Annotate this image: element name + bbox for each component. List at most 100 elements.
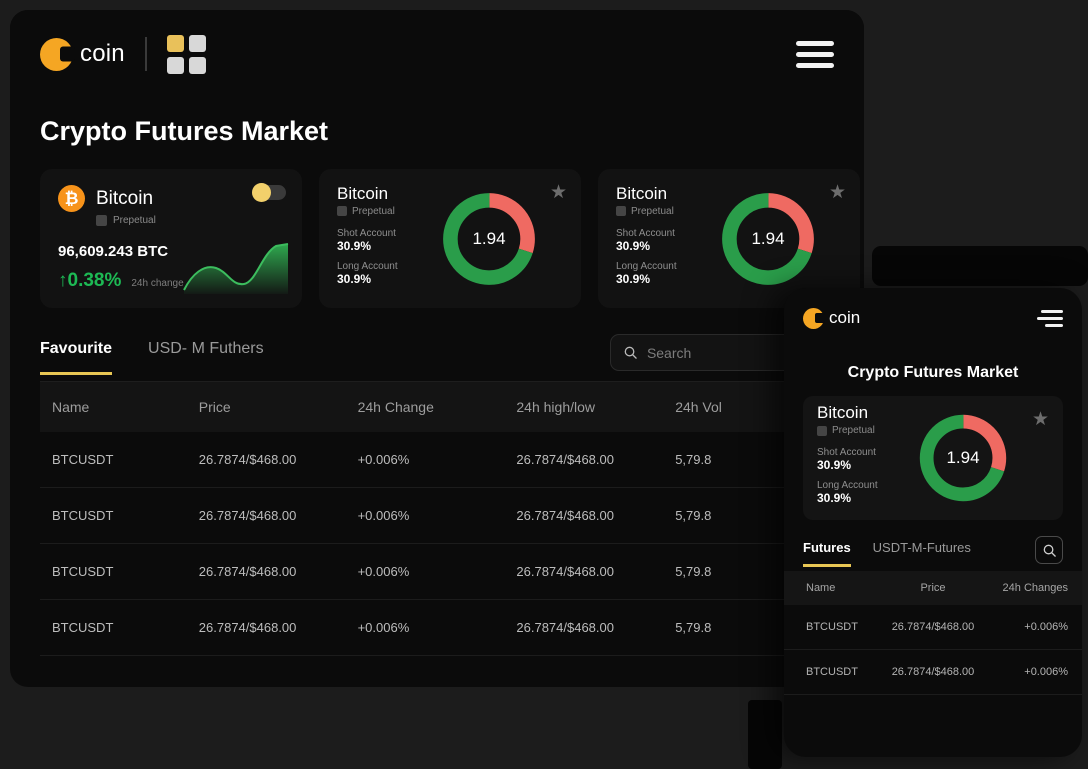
table-row[interactable]: BTCUSDT 26.7874/$468.00 +0.006% 26.7874/… bbox=[40, 487, 834, 544]
coin-name: Bitcoin bbox=[616, 183, 668, 203]
cell-high-low: 26.7874/$468.00 bbox=[516, 543, 676, 600]
bitcoin-icon: ₿ bbox=[58, 185, 85, 212]
cell-change: +0.006% bbox=[357, 432, 517, 488]
desktop-window: coin Crypto Futures Market ₿ Bitcoin Pre… bbox=[10, 10, 864, 687]
table-row[interactable]: BTCUSDT 26.7874/$468.00 +0.006% bbox=[784, 649, 1082, 695]
brand-name: coin bbox=[829, 308, 861, 327]
contract-icon bbox=[817, 425, 827, 436]
cell-change: +0.006% bbox=[357, 543, 517, 600]
long-account-value: 30.9% bbox=[616, 271, 651, 286]
coin-header: ₿ Bitcoin bbox=[58, 185, 284, 212]
tab-favourite[interactable]: Favourite bbox=[40, 340, 113, 375]
cell-price: 26.7874/$468.00 bbox=[198, 487, 358, 544]
cell-high-low: 26.7874/$468.00 bbox=[516, 599, 676, 656]
cell-change: +0.006% bbox=[982, 605, 1082, 650]
screen: coin Crypto Futures Market ₿ Bitcoin Pre… bbox=[0, 0, 1088, 769]
price-card-bitcoin[interactable]: ₿ Bitcoin Prepetual 96,609.243 BTC ↑0.38… bbox=[40, 169, 302, 308]
table-row[interactable]: BTCUSDT 26.7874/$468.00 +0.006% 26.7874/… bbox=[40, 599, 834, 656]
logo[interactable]: coin bbox=[40, 37, 125, 71]
desktop-header: coin bbox=[10, 10, 864, 98]
hamburger-icon[interactable] bbox=[796, 40, 834, 68]
cell-high-low: 26.7874/$468.00 bbox=[516, 432, 676, 488]
coin-name: Bitcoin bbox=[337, 183, 389, 203]
column-name[interactable]: Name bbox=[40, 382, 199, 432]
star-icon[interactable]: ★ bbox=[829, 183, 846, 202]
table-row[interactable]: BTCUSDT 26.7874/$468.00 +0.006% bbox=[784, 605, 1082, 650]
contract-icon bbox=[337, 206, 347, 216]
contract-type-row: Prepetual bbox=[96, 215, 284, 226]
background-panel bbox=[872, 246, 1088, 286]
table-row[interactable]: BTCUSDT 26.7874/$468.00 +0.006% 26.7874/… bbox=[40, 432, 834, 488]
tab-futures[interactable]: Futures bbox=[803, 540, 851, 567]
background-panel-small bbox=[748, 700, 782, 769]
market-table: Name Price 24h Change 24h high/low 24h V… bbox=[40, 382, 834, 656]
donut-chart: 1.94 bbox=[915, 410, 1011, 506]
table-row[interactable]: BTCUSDT 26.7874/$468.00 +0.006% 26.7874/… bbox=[40, 543, 834, 600]
ratio-value: 1.94 bbox=[751, 228, 785, 248]
contract-type-row: Prepetual bbox=[817, 425, 909, 436]
long-account-value: 30.9% bbox=[337, 271, 372, 286]
star-icon[interactable]: ★ bbox=[1032, 410, 1049, 429]
column-24h-changes[interactable]: 24h Changes bbox=[982, 571, 1082, 605]
short-account-label: Shot Account bbox=[616, 227, 675, 239]
column-name[interactable]: Name bbox=[784, 571, 884, 605]
tab-usdm-futures[interactable]: USD- M Futhers bbox=[148, 340, 264, 375]
phone-market-table: Name Price 24h Changes BTCUSDT 26.7874/$… bbox=[784, 571, 1082, 695]
short-account-value: 30.9% bbox=[817, 458, 852, 472]
card-change-label: 24h change bbox=[131, 278, 184, 289]
long-account-label: Long Account bbox=[337, 260, 398, 272]
long-account-label: Long Account bbox=[616, 260, 677, 272]
column-24h-change[interactable]: 24h Change bbox=[357, 382, 517, 432]
donut-chart: 1.94 bbox=[438, 188, 540, 290]
page-title: Crypto Futures Market bbox=[40, 116, 329, 146]
cell-name: BTCUSDT bbox=[40, 543, 199, 600]
favourite-toggle[interactable] bbox=[252, 183, 286, 202]
long-account-label: Long Account bbox=[817, 480, 878, 491]
contract-type: Prepetual bbox=[352, 205, 395, 217]
column-24h-high-low[interactable]: 24h high/low bbox=[516, 382, 676, 432]
ratio-value: 1.94 bbox=[472, 228, 506, 248]
column-price[interactable]: Price bbox=[198, 382, 358, 432]
cell-price: 26.7874/$468.00 bbox=[198, 599, 358, 656]
long-account-value: 30.9% bbox=[817, 491, 852, 505]
grid-icon[interactable] bbox=[166, 34, 206, 74]
summary-cards: ₿ Bitcoin Prepetual 96,609.243 BTC ↑0.38… bbox=[40, 169, 860, 308]
ratio-card-info: Bitcoin Prepetual Shot Account 30.9% Lon… bbox=[337, 184, 432, 294]
phone-tabs: Futures USDT-M-Futures bbox=[803, 540, 971, 567]
market-tabs: Favourite USD- M Futhers bbox=[40, 340, 264, 375]
column-price[interactable]: Price bbox=[883, 571, 983, 605]
coin-name: Bitcoin bbox=[96, 187, 154, 209]
cell-change: +0.006% bbox=[357, 487, 517, 544]
table-header-row: Name Price 24h Changes bbox=[784, 571, 1082, 605]
coin-logo-icon bbox=[803, 307, 824, 329]
star-icon[interactable]: ★ bbox=[550, 183, 567, 202]
cell-name: BTCUSDT bbox=[40, 487, 199, 544]
cell-price: 26.7874/$468.00 bbox=[883, 605, 983, 650]
cell-name: BTCUSDT bbox=[40, 432, 199, 488]
cell-price: 26.7874/$468.00 bbox=[198, 543, 358, 600]
cell-change: +0.006% bbox=[357, 599, 517, 656]
cell-change: +0.006% bbox=[982, 649, 1082, 695]
phone-ratio-card[interactable]: Bitcoin Prepetual Shot Account 30.9% Lon… bbox=[803, 396, 1063, 520]
short-account-value: 30.9% bbox=[616, 238, 651, 253]
short-account-value: 30.9% bbox=[337, 238, 372, 253]
search-button[interactable] bbox=[1035, 536, 1063, 564]
hamburger-icon[interactable] bbox=[1037, 309, 1063, 327]
phone-logo[interactable]: coin bbox=[803, 307, 861, 329]
ratio-card-info: Bitcoin Prepetual Shot Account 30.9% Lon… bbox=[817, 403, 909, 513]
contract-type: Prepetual bbox=[832, 425, 875, 436]
table-header-row: Name Price 24h Change 24h high/low 24h V… bbox=[40, 382, 834, 432]
phone-tabs-row: Futures USDT-M-Futures bbox=[784, 536, 1082, 571]
short-account-label: Shot Account bbox=[337, 227, 396, 239]
ratio-value: 1.94 bbox=[946, 448, 980, 467]
ratio-card-bitcoin-1[interactable]: Bitcoin Prepetual Shot Account 30.9% Lon… bbox=[319, 169, 581, 308]
phone-header: coin bbox=[784, 288, 1082, 348]
cell-name: BTCUSDT bbox=[784, 649, 884, 695]
search-icon bbox=[624, 346, 637, 359]
donut-chart: 1.94 bbox=[717, 188, 819, 290]
search-icon bbox=[1043, 544, 1056, 557]
divider bbox=[144, 37, 147, 71]
cell-price: 26.7874/$468.00 bbox=[883, 649, 983, 695]
tab-usdt-m-futures[interactable]: USDT-M-Futures bbox=[873, 540, 971, 567]
phone-page-title: Crypto Futures Market bbox=[847, 364, 1019, 381]
